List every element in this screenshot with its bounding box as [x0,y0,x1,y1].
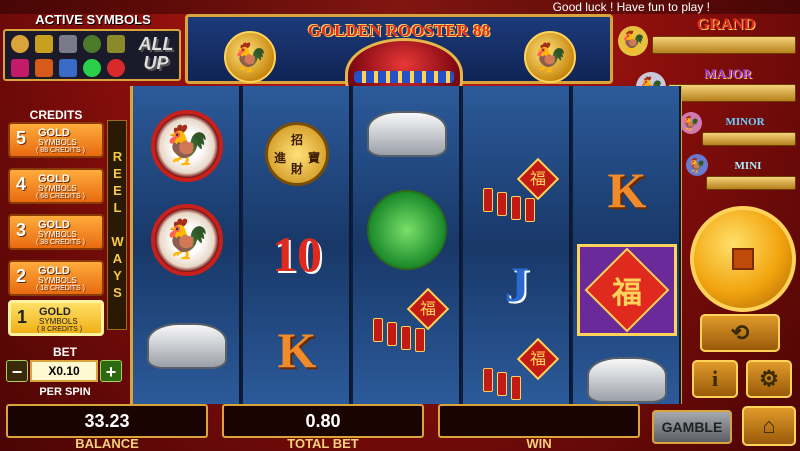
total-bet-value: 0.80 [222,404,424,438]
reel-5: K 福 [573,86,681,404]
jade-symbol [357,190,457,270]
rooster-symbol: 🐓 [137,202,237,278]
home-button[interactable]: ⌂ [742,406,796,446]
jackpot-minor-label: MINOR [725,116,765,128]
info-icon: i [711,366,719,391]
firecracker-icon [59,35,77,53]
win-label: WIN [526,436,552,451]
jackpot-mini-meter [706,176,796,190]
bet-increase-button[interactable]: + [100,360,122,382]
rooster-icon: 🐓 [151,110,223,182]
info-button[interactable]: i [692,360,738,398]
active-symbols-title: ACTIVE SYMBOLS [35,12,151,27]
ingot-symbol [137,308,237,384]
rooster-symbol: 🐓 [137,108,237,184]
win-value [438,404,640,438]
autoplay-button[interactable]: ⟲ [700,314,780,352]
bet-decrease-button[interactable]: − [6,360,28,382]
stop-icon [732,248,754,270]
coin-symbol: 招 進 寶 財 [247,116,347,192]
firecracker-symbol: 福 [467,336,567,412]
bet-title: BET [53,345,77,359]
rooster-icon: 🐓 [680,112,702,134]
spin-button[interactable] [690,206,796,312]
per-spin-label: PER SPIN [39,386,91,398]
reel-4: 福 J 福 [463,86,571,404]
reel-3: 福 [353,86,461,404]
card-k-symbol: K [607,162,647,218]
wild-fu-icon: 福 [577,244,677,336]
gold-coin-icon: 招 進 寶 財 [265,122,329,186]
silver-ingot-icon [587,357,667,403]
credits-title: CREDITS [29,108,83,122]
reel-ways-label: REEL WAYS [107,120,127,330]
rooster-icon [35,35,53,53]
firecracker-symbol: 福 [467,156,567,232]
firecracker-symbol: 福 [357,286,457,362]
card-j-symbol: J [504,256,530,312]
jackpot-minor-meter [702,132,796,146]
credit-option-4[interactable]: 4 GOLD SYMBOLS ( 68 CREDITS ) [8,168,104,204]
rooster-medal-icon: 🐓 [224,31,276,83]
reels-area: 🐓 🐓 招 進 寶 財 10 K 福 福 J 福 K 福 [130,86,682,404]
jackpot-major-label: MAJOR [704,66,752,81]
gold-coin-icon [11,35,29,53]
jade-disc-icon [83,59,101,77]
red-envelope-icon [107,59,125,77]
firecracker-icon: 福 [367,287,450,354]
ingot-icon [59,59,77,77]
jackpot-mini-label: MINI [734,160,762,172]
rooster-medal-icon: 🐓 [524,31,576,83]
money-icon [107,35,125,53]
balance-label: BALANCE [75,436,139,451]
gear-icon: ⚙ [759,366,779,391]
card-k-symbol: K [277,322,317,378]
gamble-button[interactable]: GAMBLE [652,410,732,444]
jackpot-major-meter [668,84,796,102]
settings-button[interactable]: ⚙ [746,360,792,398]
balance-value: 33.23 [6,404,208,438]
ingot-symbol [357,96,457,172]
silver-ingot-icon [367,111,447,157]
wild-symbol: 福 [577,242,677,338]
credit-option-1[interactable]: 1 GOLD SYMBOLS ( 8 CREDITS ) [8,300,104,336]
card-10-symbol: 10 [272,226,322,282]
repeat-icon: ⟲ [730,320,750,345]
credit-option-5[interactable]: 5 GOLD SYMBOLS ( 88 CREDITS ) [8,122,104,158]
jackpot-grand-label: GRAND [696,16,756,33]
silver-ingot-icon [147,323,227,369]
jackpot-grand-meter [652,36,796,54]
rooster-icon: 🐓 [151,204,223,276]
lantern-icon [35,59,53,77]
reel-1: 🐓 🐓 [133,86,241,404]
credit-option-3[interactable]: 3 GOLD SYMBOLS ( 38 CREDITS ) [8,214,104,250]
all-up-label: ALL UP [138,34,174,73]
home-icon: ⌂ [762,413,776,438]
active-symbols-panel: ALL UP [3,29,181,81]
total-bet-label: TOTAL BET [287,436,359,451]
reel-2: 招 進 寶 財 10 K [243,86,351,404]
firecracker-icon: 福 [477,337,560,404]
rooster-icon: 🐓 [618,26,648,56]
bet-value: X0.10 [30,360,98,382]
firecracker-icon: 福 [477,157,560,224]
rooster-icon: 🐓 [686,154,708,176]
jade-dragon-icon [367,190,447,270]
credit-option-2[interactable]: 2 GOLD SYMBOLS ( 18 CREDITS ) [8,260,104,296]
jade-icon [83,35,101,53]
fu-symbol-icon [11,59,29,77]
